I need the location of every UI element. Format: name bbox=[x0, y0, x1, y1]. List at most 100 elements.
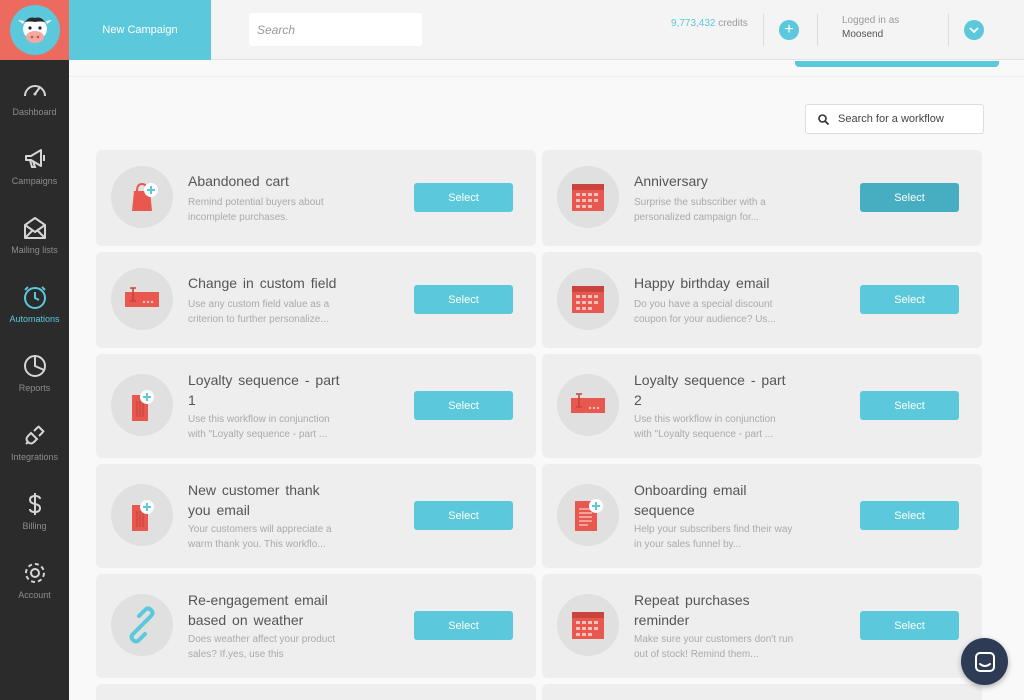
select-button[interactable]: Select bbox=[860, 183, 959, 212]
workflow-card-abandoned-cart[interactable]: Abandoned cart Remind potential buyers a… bbox=[96, 150, 536, 246]
workflow-card-loyalty-part-1[interactable]: Loyalty sequence - part 1 Use this workf… bbox=[96, 354, 536, 458]
sidebar-item-label: Billing bbox=[22, 520, 47, 531]
sidebar: Dashboard Campaigns Mailing lists Automa… bbox=[0, 0, 69, 700]
sidebar-item-label: Dashboard bbox=[12, 106, 57, 117]
calendar-icon bbox=[572, 286, 604, 313]
sidebar-item-label: Account bbox=[18, 589, 51, 600]
sidebar-item-dashboard[interactable]: Dashboard bbox=[0, 62, 69, 131]
select-button[interactable]: Select bbox=[860, 611, 959, 640]
cow-logo-icon bbox=[9, 5, 60, 55]
logged-in-label: Logged in as bbox=[842, 15, 900, 26]
workflow-card-anniversary[interactable]: Anniversary Surprise the subscriber with… bbox=[542, 150, 982, 246]
gear-icon bbox=[24, 562, 45, 583]
sidebar-item-campaigns[interactable]: Campaigns bbox=[0, 131, 69, 200]
workflow-card-re-engagement-weather[interactable]: Re-engagement email based on weather Doe… bbox=[96, 574, 536, 678]
dollar-icon bbox=[28, 492, 41, 515]
pie-chart-icon bbox=[23, 354, 46, 377]
workflow-description: Do you have a special discount coupon fo… bbox=[634, 299, 776, 325]
search-box[interactable] bbox=[249, 13, 422, 46]
text-field-icon bbox=[571, 393, 605, 413]
sidebar-item-automations[interactable]: Automations bbox=[0, 269, 69, 338]
plus-icon: + bbox=[784, 21, 794, 38]
search-icon bbox=[818, 113, 829, 125]
add-credits-button[interactable]: + bbox=[779, 20, 799, 40]
clock-icon bbox=[23, 285, 46, 309]
workflow-title: Happy birthday email bbox=[634, 275, 770, 291]
select-button[interactable]: Select bbox=[414, 183, 513, 212]
workflow-title: New customer thank you email bbox=[188, 482, 320, 518]
select-button[interactable]: Select bbox=[860, 501, 959, 530]
workflow-card-partial[interactable] bbox=[96, 684, 536, 700]
username: Moosend bbox=[842, 29, 884, 40]
workflow-description: Help your subscribers find their way in … bbox=[634, 524, 793, 550]
search-input[interactable] bbox=[257, 22, 414, 37]
main-content: Search for a workflow Abandoned cart Rem… bbox=[69, 61, 1024, 700]
workflow-description: Does weather affect your product sales? … bbox=[188, 634, 336, 660]
workflow-icon bbox=[557, 374, 619, 436]
chat-icon bbox=[974, 651, 995, 672]
sidebar-item-billing[interactable]: Billing bbox=[0, 476, 69, 545]
divider bbox=[948, 14, 949, 46]
page-top-strip bbox=[69, 61, 1024, 77]
workflow-card-repeat-purchases[interactable]: Repeat purchases reminder Make sure your… bbox=[542, 574, 982, 678]
gauge-icon bbox=[23, 84, 46, 96]
top-bar: New Campaign 9,773,432 credits + Logged … bbox=[69, 0, 1024, 60]
workflow-icon bbox=[111, 374, 173, 436]
divider bbox=[763, 14, 764, 46]
sidebar-item-label: Reports bbox=[18, 382, 51, 393]
workflow-title: Loyalty sequence - part 1 bbox=[188, 372, 340, 408]
workflow-icon bbox=[111, 484, 173, 546]
envelope-icon bbox=[23, 216, 46, 239]
plug-icon bbox=[24, 424, 45, 445]
partial-action-button[interactable] bbox=[795, 61, 999, 67]
workflow-icon bbox=[111, 268, 173, 330]
calendar-icon bbox=[572, 184, 604, 211]
workflow-card-onboarding[interactable]: Onboarding email sequence Help your subs… bbox=[542, 464, 982, 568]
credits-value: 9,773,432 bbox=[671, 18, 716, 29]
workflow-card-happy-birthday[interactable]: Happy birthday email Do you have a speci… bbox=[542, 252, 982, 348]
select-button[interactable]: Select bbox=[860, 285, 959, 314]
divider bbox=[817, 14, 818, 46]
sidebar-item-account[interactable]: Account bbox=[0, 545, 69, 614]
select-button[interactable]: Select bbox=[414, 501, 513, 530]
select-button[interactable]: Select bbox=[860, 391, 959, 420]
workflow-card-loyalty-part-2[interactable]: Loyalty sequence - part 2 Use this workf… bbox=[542, 354, 982, 458]
logo[interactable] bbox=[0, 0, 69, 60]
workflow-description: Make sure your customers don't run out o… bbox=[634, 634, 794, 660]
megaphone-icon bbox=[24, 148, 45, 168]
workflow-card-partial[interactable] bbox=[542, 684, 982, 700]
workflow-description: Use this workflow in conjunction with "L… bbox=[634, 414, 776, 440]
workflow-description: Use this workflow in conjunction with "L… bbox=[188, 414, 330, 440]
workflow-title: Repeat purchases reminder bbox=[634, 592, 750, 628]
workflow-icon bbox=[557, 166, 619, 228]
workflow-icon bbox=[557, 594, 619, 656]
calendar-icon bbox=[572, 612, 604, 639]
link-icon bbox=[129, 606, 155, 644]
sidebar-item-label: Mailing lists bbox=[11, 244, 58, 255]
select-button[interactable]: Select bbox=[414, 285, 513, 314]
workflow-title: Change in custom field bbox=[188, 275, 337, 291]
new-campaign-button[interactable]: New Campaign bbox=[69, 0, 211, 60]
sidebar-item-reports[interactable]: Reports bbox=[0, 338, 69, 407]
select-button[interactable]: Select bbox=[414, 611, 513, 640]
sidebar-nav: Dashboard Campaigns Mailing lists Automa… bbox=[0, 60, 69, 614]
workflow-card-new-customer-thank-you[interactable]: New customer thank you email Your custom… bbox=[96, 464, 536, 568]
select-button[interactable]: Select bbox=[414, 391, 513, 420]
workflow-search[interactable]: Search for a workflow bbox=[805, 104, 984, 134]
price-tag-icon bbox=[132, 390, 154, 421]
workflow-icon bbox=[557, 268, 619, 330]
workflow-search-placeholder: Search for a workflow bbox=[838, 113, 944, 125]
sidebar-item-mailing-lists[interactable]: Mailing lists bbox=[0, 200, 69, 269]
workflow-icon bbox=[557, 484, 619, 546]
account-menu-button[interactable] bbox=[964, 20, 984, 40]
price-tag-icon bbox=[132, 500, 154, 531]
sidebar-item-integrations[interactable]: Integrations bbox=[0, 407, 69, 476]
workflow-title: Abandoned cart bbox=[188, 173, 289, 189]
chevron-down-icon bbox=[969, 27, 979, 34]
workflow-card-change-in-custom-field[interactable]: Change in custom field Use any custom fi… bbox=[96, 252, 536, 348]
workflow-description: Surprise the subscriber with a personali… bbox=[634, 197, 766, 223]
workflow-description: Remind potential buyers about incomplete… bbox=[188, 197, 324, 223]
chat-widget-button[interactable] bbox=[961, 638, 1008, 685]
credits-display: 9,773,432 credits bbox=[671, 18, 748, 29]
workflow-title: Onboarding email sequence bbox=[634, 482, 747, 518]
